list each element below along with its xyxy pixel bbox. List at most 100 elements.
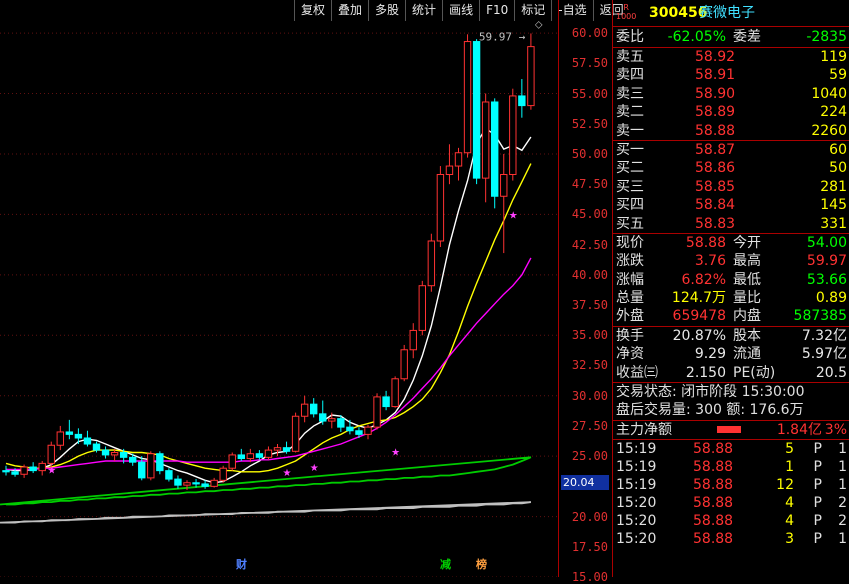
candle[interactable] xyxy=(101,446,110,459)
fund-value: 9.29 xyxy=(694,346,726,363)
marker-bang[interactable]: 榜 xyxy=(476,556,487,572)
ask-row[interactable]: 卖五 58.92 119 xyxy=(613,48,849,66)
candle[interactable] xyxy=(319,400,327,425)
fund-label-2: 流通 xyxy=(733,346,761,363)
candle[interactable] xyxy=(219,465,227,483)
ask-price: 58.90 xyxy=(695,85,736,102)
tick-price: 58.88 xyxy=(693,531,734,548)
candle[interactable] xyxy=(273,444,282,457)
candle[interactable] xyxy=(165,468,173,482)
bid-price: 58.86 xyxy=(695,160,736,177)
toolbar-button-3[interactable]: 统计 xyxy=(405,0,442,21)
event-star-icon[interactable]: ★ xyxy=(391,447,400,458)
price-tick: 50.00 xyxy=(571,146,608,161)
candle[interactable] xyxy=(29,462,37,474)
event-star-icon[interactable]: ★ xyxy=(47,465,56,476)
bid-row[interactable]: 买二 58.86 50 xyxy=(613,159,849,177)
quote-label: 涨跌 xyxy=(616,253,644,270)
ask-price: 58.91 xyxy=(695,67,736,84)
price-tick: 42.50 xyxy=(571,237,608,252)
candle[interactable] xyxy=(364,424,372,440)
candle[interactable] xyxy=(56,425,64,451)
candle-body xyxy=(119,452,128,458)
candle[interactable] xyxy=(400,344,408,382)
ask-row[interactable]: 卖三 58.90 1040 xyxy=(613,85,849,103)
candle[interactable] xyxy=(409,323,417,359)
ask-price: 58.92 xyxy=(695,49,736,65)
stock-name[interactable]: 赛微电子 xyxy=(699,0,755,26)
candle[interactable] xyxy=(427,233,436,292)
candle[interactable] xyxy=(210,477,218,488)
candle[interactable] xyxy=(147,451,155,481)
candle[interactable] xyxy=(472,39,481,185)
quote-block: 现价 58.88 今开 54.00 涨跌 3.76 最高 59.97 涨幅 6.82% 最低 53.6… xyxy=(613,232,849,326)
candle-body xyxy=(527,46,535,107)
tick-list[interactable]: 15:19 58.88 5 P 1 15:19 58.88 1 P 1 15:19 58.88 12 P 1… xyxy=(613,439,849,548)
stock-terminal: 复权 叠加 多股 统计 画线 F10 标记 -自选 返回 ★ ★ ★ ★ ★ 59.97 → ◇ 60.00… xyxy=(0,0,849,584)
bid-row[interactable]: 买一 58.87 60 xyxy=(613,141,849,159)
toolbar-button-2[interactable]: 多股 xyxy=(368,0,405,21)
bid-row[interactable]: 买三 58.85 281 xyxy=(613,178,849,196)
quote-label-2: 量比 xyxy=(733,290,761,307)
toolbar-button-0[interactable]: 复权 xyxy=(294,0,331,21)
quote-value: 6.82% xyxy=(681,271,726,288)
candle[interactable] xyxy=(65,419,74,440)
candle[interactable] xyxy=(255,450,264,460)
candle[interactable] xyxy=(228,452,236,471)
candle[interactable] xyxy=(138,456,146,481)
candle[interactable] xyxy=(174,475,182,489)
candle[interactable] xyxy=(454,147,463,181)
ask-row[interactable]: 卖四 58.91 59 xyxy=(613,66,849,84)
price-tick: 55.00 xyxy=(571,86,608,101)
candle[interactable] xyxy=(491,98,499,209)
ask-row[interactable]: 卖一 58.88 2260 xyxy=(613,122,849,140)
candle[interactable] xyxy=(518,79,526,118)
event-star-icon[interactable]: ★ xyxy=(283,468,292,479)
candle[interactable] xyxy=(237,448,246,461)
candle[interactable] xyxy=(463,34,472,158)
ma-line-ma120 xyxy=(0,501,532,524)
candle[interactable] xyxy=(391,376,399,408)
event-star-icon[interactable]: ★ xyxy=(509,210,518,221)
candle[interactable] xyxy=(509,88,517,181)
kline-chart[interactable]: ★ ★ ★ ★ ★ 59.97 → ◇ xyxy=(0,21,611,577)
marker-cai[interactable]: 财 xyxy=(236,556,247,572)
fund-value-2: 5.97亿 xyxy=(801,346,847,363)
quote-label: 总量 xyxy=(616,290,644,307)
event-star-icon[interactable]: ★ xyxy=(310,463,319,474)
candle[interactable] xyxy=(436,166,445,248)
candle-body xyxy=(509,95,517,176)
candle[interactable] xyxy=(264,446,273,460)
candle[interactable] xyxy=(500,153,508,254)
candle[interactable] xyxy=(481,93,490,203)
quote-row: 现价 58.88 今开 54.00 xyxy=(613,234,849,252)
candle[interactable] xyxy=(418,280,427,336)
ask-price: 58.88 xyxy=(695,122,736,139)
candle[interactable] xyxy=(2,465,10,476)
bid-row[interactable]: 买五 58.83 331 xyxy=(613,215,849,233)
toolbar-button-5[interactable]: F10 xyxy=(479,0,514,21)
candle[interactable] xyxy=(47,441,55,469)
candle[interactable] xyxy=(156,451,164,475)
candle[interactable] xyxy=(346,419,354,435)
fund-label-2: PE(动) xyxy=(733,364,776,381)
candle[interactable] xyxy=(373,393,381,430)
candle[interactable] xyxy=(291,412,300,453)
candle[interactable] xyxy=(38,460,46,476)
toolbar-button-4[interactable]: 画线 xyxy=(442,0,479,21)
ask-row[interactable]: 卖二 58.89 224 xyxy=(613,103,849,121)
bid-price: 58.83 xyxy=(695,215,736,232)
bid-row[interactable]: 买四 58.84 145 xyxy=(613,196,849,214)
candle[interactable] xyxy=(382,390,390,411)
candle[interactable] xyxy=(527,33,535,110)
main-flow-pct: 3% xyxy=(824,421,847,438)
candle[interactable] xyxy=(20,464,28,478)
candle[interactable] xyxy=(300,395,309,423)
candle[interactable] xyxy=(310,398,318,418)
toolbar-button-1[interactable]: 叠加 xyxy=(331,0,368,21)
tick-row: 15:19 58.88 5 P 1 xyxy=(613,440,849,458)
candle[interactable] xyxy=(445,144,454,185)
candle[interactable] xyxy=(83,430,92,447)
marker-jian[interactable]: 减 xyxy=(440,556,451,572)
toolbar-button-6[interactable]: 标记 xyxy=(514,0,551,21)
